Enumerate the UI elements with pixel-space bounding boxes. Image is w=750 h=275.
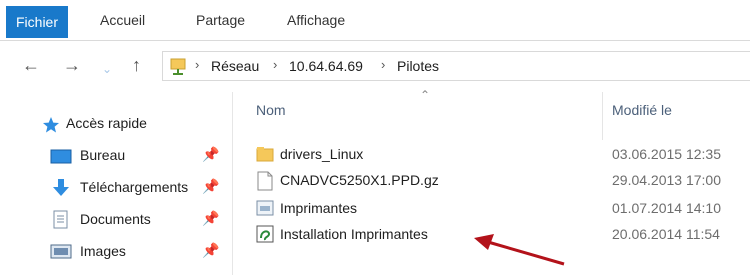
pin-icon[interactable]: 📌 [202, 210, 219, 227]
column-divider[interactable] [602, 92, 603, 140]
table-row[interactable]: CNADVC5250X1.PPD.gz 29.04.2013 17:00 [232, 169, 750, 193]
sidebar-item-label: Téléchargements [80, 179, 189, 195]
breadcrumb-reseau[interactable]: Réseau [211, 58, 259, 74]
arrow-left-icon[interactable]: ← [22, 55, 40, 75]
sidebar-item-label: Images [80, 243, 126, 259]
file-icon [257, 171, 273, 191]
chevron-right-icon[interactable]: › [273, 57, 277, 72]
chevron-right-icon[interactable]: › [195, 57, 199, 72]
file-name: Installation Imprimantes [280, 226, 428, 242]
file-list: ⌃ Nom Modifié le drivers_Linux 03.06.201… [232, 88, 750, 275]
star-icon [43, 117, 59, 133]
pin-icon[interactable]: 📌 [202, 146, 219, 163]
sidebar-item-telechargements[interactable]: Téléchargements 📌 [0, 174, 228, 202]
network-icon [170, 58, 186, 75]
printer-shortcut-icon [256, 200, 274, 216]
arrow-up-icon[interactable]: ↑ [132, 55, 141, 75]
file-modified: 29.04.2013 17:00 [612, 172, 721, 188]
navigation-pane: Accès rapide Bureau 📌 Téléchargements 📌 … [0, 96, 228, 275]
annotation-arrow-icon [474, 234, 565, 266]
file-name: drivers_Linux [280, 146, 364, 162]
sidebar-item-label: Documents [80, 211, 151, 227]
table-row[interactable]: Imprimantes 01.07.2014 14:10 [232, 197, 750, 221]
chevron-down-icon[interactable]: ⌄ [102, 59, 112, 79]
arrow-right-icon[interactable]: → [63, 55, 81, 75]
sidebar-item-bureau[interactable]: Bureau 📌 [0, 142, 228, 170]
tab-accueil[interactable]: Accueil [100, 0, 145, 40]
tab-fichier[interactable]: Fichier [6, 6, 69, 38]
breadcrumb-pilotes[interactable]: Pilotes [397, 58, 439, 74]
pin-icon[interactable]: 📌 [202, 178, 219, 195]
file-modified: 03.06.2015 12:35 [612, 146, 721, 162]
document-icon [53, 210, 68, 229]
sort-ascending-icon: ⌃ [420, 88, 431, 102]
tab-affichage[interactable]: Affichage [287, 0, 345, 40]
folder-icon [256, 147, 274, 162]
tab-partage[interactable]: Partage [196, 0, 245, 40]
table-row[interactable]: drivers_Linux 03.06.2015 12:35 [232, 143, 750, 167]
sidebar-item-label: Bureau [80, 147, 126, 163]
installer-icon [256, 225, 274, 243]
chevron-right-icon[interactable]: › [381, 57, 385, 72]
image-icon [50, 244, 72, 259]
address-path[interactable]: › Réseau › 10.64.64.69 › Pilotes [162, 51, 750, 81]
sidebar-item-label: Accès rapide [66, 115, 147, 131]
file-name: Imprimantes [280, 200, 358, 216]
file-modified: 20.06.2014 11:54 [612, 226, 720, 242]
ribbon: Fichier Accueil Partage Affichage [0, 0, 750, 40]
column-header-modified[interactable]: Modifié le [612, 102, 672, 118]
sidebar-item-images[interactable]: Images 📌 [0, 238, 228, 266]
pin-icon[interactable]: 📌 [202, 242, 219, 259]
sidebar-item-quick-access[interactable]: Accès rapide [0, 110, 228, 138]
address-bar: ← → ⌄ ↑ › Réseau › 10.64.64.69 › Pilotes [0, 41, 750, 89]
sidebar-item-documents[interactable]: Documents 📌 [0, 206, 228, 234]
breadcrumb-ip[interactable]: 10.64.64.69 [289, 58, 363, 74]
file-name: CNADVC5250X1.PPD.gz [280, 172, 439, 188]
file-modified: 01.07.2014 14:10 [612, 200, 721, 216]
column-header-name[interactable]: Nom [256, 102, 286, 118]
desktop-icon [50, 149, 72, 164]
download-icon [53, 179, 69, 196]
